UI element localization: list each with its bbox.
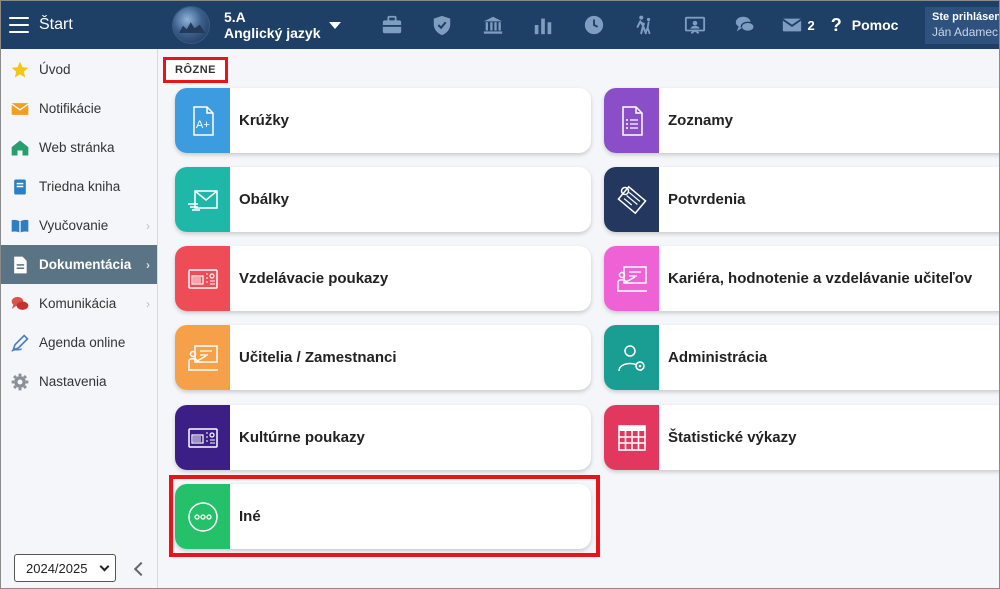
chevron-down-icon [99,561,110,572]
card-label: Učitelia / Zamestnanci [239,349,397,366]
card-label: Potvrdenia [668,191,746,208]
book-icon [10,177,30,197]
gear-icon [10,372,30,392]
hamburger-icon[interactable] [9,17,29,33]
card-label: Administrácia [668,349,768,366]
board-icon[interactable] [670,1,721,49]
start-label[interactable]: Štart [39,16,73,34]
chevron-down-icon[interactable] [328,21,341,29]
help-label: Pomoc [851,17,899,33]
top-bar: Štart 5.A Anglický jazyk 2 ? Pomoc Ste p… [1,1,1000,49]
card-ucitelia-zamestnanci[interactable]: Učitelia / Zamestnanci [175,325,591,390]
clock-icon[interactable] [569,1,620,49]
chevron-right-icon: › [146,258,150,272]
school-year-value: 2024/2025 [26,560,88,576]
sidebar-item-label: Komunikácia [39,296,117,311]
card-label: Kariéra, hodnotenie a vzdelávanie učiteľ… [668,270,973,287]
envelope-icon [10,99,30,119]
sidebar-item-nastavenia[interactable]: Nastavenia [1,362,157,401]
briefcase-icon[interactable] [367,1,418,49]
table-grid-icon [604,405,659,470]
sidebar-item-label: Triedna kniha [39,179,121,194]
sidebar-item-web-stranka[interactable]: Web stránka [1,128,157,167]
card-statisticke-vykazy[interactable]: Štatistické výkazy [604,405,999,470]
open-book-icon [10,216,30,236]
svg-text:A+: A+ [196,119,210,131]
card-obalky[interactable]: Obálky [175,167,591,232]
class-name: 5.A [224,9,246,25]
shield-check-icon[interactable] [417,1,468,49]
card-kariera-hodnotenie[interactable]: Kariéra, hodnotenie a vzdelávanie učiteľ… [604,246,999,311]
speech-bubbles-icon [10,294,30,314]
card-kulturne-poukazy[interactable]: Kultúrne poukazy [175,405,591,470]
sidebar-item-uvod[interactable]: Úvod [1,50,157,89]
chevron-right-icon: › [146,219,150,233]
sidebar-item-label: Web stránka [39,140,115,155]
admin-user-icon [604,325,659,390]
mail-icon[interactable]: 2 [771,1,819,49]
sidebar-item-notifikacie[interactable]: Notifikácie [1,89,157,128]
user-status: Ste prihlásen [932,11,1000,23]
card-label: Kultúrne poukazy [239,429,365,446]
sidebar: Úvod Notifikácie Web stránka Triedna kni… [1,49,158,588]
sidebar-item-label: Notifikácie [39,101,102,116]
sidebar-item-label: Úvod [39,62,71,77]
list-document-icon [604,88,659,153]
message-count-badge: 2 [807,17,815,33]
bar-chart-icon[interactable] [518,1,569,49]
sidebar-item-komunikacia[interactable]: Komunikácia › [1,284,157,323]
sidebar-item-dokumentacia[interactable]: Dokumentácia › [1,245,157,284]
walking-icon[interactable] [619,1,670,49]
collapse-sidebar-button[interactable] [131,558,145,580]
class-selector[interactable]: 5.A Anglický jazyk [172,6,341,44]
teacher-board-icon [604,246,659,311]
document-icon [10,255,30,275]
sidebar-item-vyucovanie[interactable]: Vyučovanie › [1,206,157,245]
chevron-right-icon: › [146,297,150,311]
card-label: Štatistické výkazy [668,429,797,446]
highlight-frame [169,475,600,557]
section-title: RÔZNE [163,57,228,83]
subject-name: Anglický jazyk [224,25,321,41]
card-label: Obálky [239,191,290,208]
sidebar-item-triedna-kniha[interactable]: Triedna kniha [1,167,157,206]
certificate-ribbon-icon [604,167,659,232]
toolbar-icons: 2 ? Pomoc [367,1,899,49]
card-label: Vzdelávacie poukazy [239,270,389,287]
sidebar-item-label: Vyučovanie [39,218,109,233]
card-kruzky[interactable]: A+ Krúžky [175,88,591,153]
card-label: Krúžky [239,112,290,129]
pen-icon [10,333,30,353]
question-icon: ? [830,14,842,35]
voucher-icon [175,405,230,470]
sidebar-item-label: Nastavenia [39,374,107,389]
card-administracia[interactable]: Administrácia [604,325,999,390]
envelope-lines-icon [175,167,230,232]
house-icon [10,138,30,158]
card-zoznamy[interactable]: Zoznamy [604,88,999,153]
class-avatar [172,6,210,44]
voucher-icon [175,246,230,311]
a-plus-document-icon: A+ [175,88,230,153]
school-year-select[interactable]: 2024/2025 [14,554,116,582]
sidebar-item-label: Agenda online [39,335,126,350]
sidebar-item-label: Dokumentácia [39,257,132,272]
card-label: Zoznamy [668,112,734,129]
user-panel[interactable]: Ste prihlásen Ján Adamec [925,7,1000,44]
user-name: Ján Adamec [932,25,999,39]
card-vzdelavacie-poukazy[interactable]: Vzdelávacie poukazy [175,246,591,311]
star-icon [10,60,30,80]
teacher-board-icon [175,325,230,390]
help-button[interactable]: ? Pomoc [831,15,899,36]
chat-icon[interactable] [720,1,771,49]
card-potvrdenia[interactable]: Potvrdenia [604,167,999,232]
bank-icon[interactable] [468,1,519,49]
sidebar-item-agenda-online[interactable]: Agenda online [1,323,157,362]
main-content: RÔZNE A+ Krúžky Obálky Vzdelávacie pouka… [158,49,999,588]
start-menu[interactable]: Štart [1,1,157,49]
